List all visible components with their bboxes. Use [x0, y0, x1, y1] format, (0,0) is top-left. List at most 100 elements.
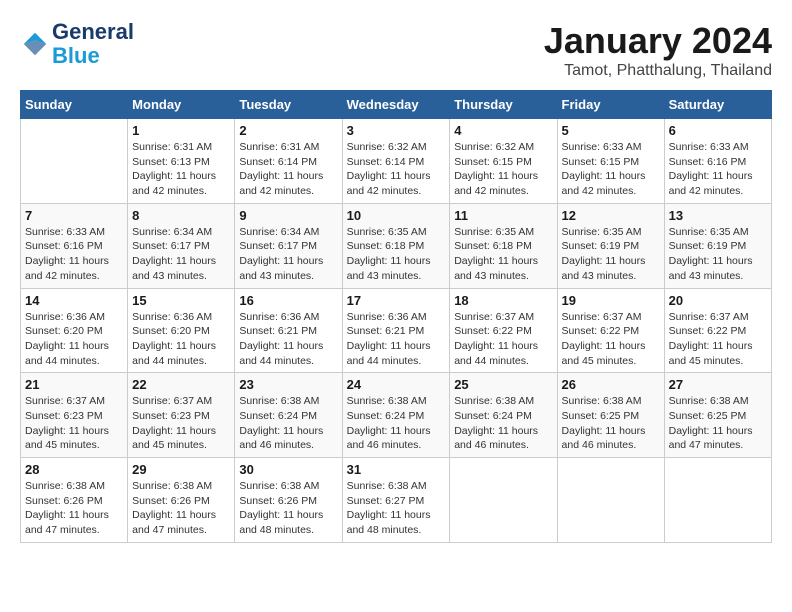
- calendar-cell: [664, 458, 771, 543]
- day-number: 22: [132, 377, 230, 392]
- calendar-cell: 23Sunrise: 6:38 AMSunset: 6:24 PMDayligh…: [235, 373, 342, 458]
- day-info: Sunrise: 6:37 AMSunset: 6:23 PMDaylight:…: [25, 394, 123, 453]
- calendar-cell: 17 Sunrise: 6:36 AMSunset: 6:21 PMDayligh…: [342, 288, 450, 373]
- calendar-cell: 22 Sunrise: 6:37 AMSunset: 6:23 PMDayligh…: [128, 373, 235, 458]
- day-info: Sunrise: 6:38 AMSunset: 6:26 PMDaylight:…: [132, 479, 230, 538]
- day-number: 17: [347, 293, 446, 308]
- day-info: Sunrise: 6:35 AMSunset: 6:18 PMDaylight:…: [347, 225, 446, 284]
- day-info: Sunrise: 6:38 AMSunset: 6:26 PMDaylight:…: [239, 479, 337, 538]
- calendar-cell: 25 Sunrise: 6:38 AMSunset: 6:24 PMDayligh…: [450, 373, 557, 458]
- day-number: 16: [239, 293, 337, 308]
- day-info: Sunrise: 6:31 AMSunset: 6:13 PMDaylight:…: [132, 140, 230, 199]
- logo-icon: [20, 29, 50, 59]
- day-number: 13: [669, 208, 767, 223]
- day-number: 9: [239, 208, 337, 223]
- weekday-header-friday: Friday: [557, 91, 664, 119]
- day-info: Sunrise: 6:35 AMSunset: 6:18 PMDaylight:…: [454, 225, 552, 284]
- calendar-cell: 21 Sunrise: 6:37 AMSunset: 6:23 PMDayligh…: [21, 373, 128, 458]
- day-info: Sunrise: 6:37 AMSunset: 6:22 PMDaylight:…: [562, 310, 660, 369]
- day-number: 7: [25, 208, 123, 223]
- day-info: Sunrise: 6:33 AMSunset: 6:16 PMDaylight:…: [25, 225, 123, 284]
- weekday-header-monday: Monday: [128, 91, 235, 119]
- calendar-table: SundayMondayTuesdayWednesdayThursdayFrid…: [20, 90, 772, 543]
- calendar-cell: 24Sunrise: 6:38 AMSunset: 6:24 PMDayligh…: [342, 373, 450, 458]
- calendar-cell: 20 Sunrise: 6:37 AMSunset: 6:22 PMDayligh…: [664, 288, 771, 373]
- calendar-cell: 15 Sunrise: 6:36 AMSunset: 6:20 PMDayligh…: [128, 288, 235, 373]
- calendar-week-1: 1 Sunrise: 6:31 AMSunset: 6:13 PMDaylight…: [21, 119, 772, 204]
- day-number: 28: [25, 462, 123, 477]
- day-number: 19: [562, 293, 660, 308]
- calendar-cell: 1 Sunrise: 6:31 AMSunset: 6:13 PMDaylight…: [128, 119, 235, 204]
- day-number: 4: [454, 123, 552, 138]
- logo: General Blue: [20, 20, 134, 68]
- day-number: 15: [132, 293, 230, 308]
- day-info: Sunrise: 6:37 AMSunset: 6:22 PMDaylight:…: [454, 310, 552, 369]
- day-number: 24: [347, 377, 446, 392]
- day-info: Sunrise: 6:35 AMSunset: 6:19 PMDaylight:…: [562, 225, 660, 284]
- weekday-header-thursday: Thursday: [450, 91, 557, 119]
- day-number: 11: [454, 208, 552, 223]
- day-info: Sunrise: 6:38 AMSunset: 6:25 PMDaylight:…: [669, 394, 767, 453]
- calendar-cell: 8Sunrise: 6:34 AMSunset: 6:17 PMDaylight…: [128, 203, 235, 288]
- day-number: 10: [347, 208, 446, 223]
- weekday-header-wednesday: Wednesday: [342, 91, 450, 119]
- calendar-cell: 16 Sunrise: 6:36 AMSunset: 6:21 PMDayligh…: [235, 288, 342, 373]
- day-info: Sunrise: 6:34 AMSunset: 6:17 PMDaylight:…: [132, 225, 230, 284]
- weekday-header-saturday: Saturday: [664, 91, 771, 119]
- calendar-cell: 3Sunrise: 6:32 AMSunset: 6:14 PMDaylight…: [342, 119, 450, 204]
- day-number: 26: [562, 377, 660, 392]
- calendar-week-4: 21 Sunrise: 6:37 AMSunset: 6:23 PMDayligh…: [21, 373, 772, 458]
- day-number: 30: [239, 462, 337, 477]
- calendar-cell: 29Sunrise: 6:38 AMSunset: 6:26 PMDayligh…: [128, 458, 235, 543]
- weekday-header-sunday: Sunday: [21, 91, 128, 119]
- calendar-cell: 11 Sunrise: 6:35 AMSunset: 6:18 PMDayligh…: [450, 203, 557, 288]
- calendar-cell: 4 Sunrise: 6:32 AMSunset: 6:15 PMDaylight…: [450, 119, 557, 204]
- day-info: Sunrise: 6:38 AMSunset: 6:27 PMDaylight:…: [347, 479, 446, 538]
- calendar-cell: 6Sunrise: 6:33 AMSunset: 6:16 PMDaylight…: [664, 119, 771, 204]
- calendar-cell: [557, 458, 664, 543]
- day-info: Sunrise: 6:36 AMSunset: 6:21 PMDaylight:…: [347, 310, 446, 369]
- calendar-cell: 12Sunrise: 6:35 AMSunset: 6:19 PMDayligh…: [557, 203, 664, 288]
- calendar-cell: 7 Sunrise: 6:33 AMSunset: 6:16 PMDaylight…: [21, 203, 128, 288]
- day-number: 25: [454, 377, 552, 392]
- day-number: 14: [25, 293, 123, 308]
- day-number: 1: [132, 123, 230, 138]
- calendar-cell: 2Sunrise: 6:31 AMSunset: 6:14 PMDaylight…: [235, 119, 342, 204]
- calendar-cell: 5 Sunrise: 6:33 AMSunset: 6:15 PMDaylight…: [557, 119, 664, 204]
- calendar-cell: 9Sunrise: 6:34 AMSunset: 6:17 PMDaylight…: [235, 203, 342, 288]
- day-info: Sunrise: 6:36 AMSunset: 6:20 PMDaylight:…: [132, 310, 230, 369]
- calendar-cell: 30 Sunrise: 6:38 AMSunset: 6:26 PMDayligh…: [235, 458, 342, 543]
- day-number: 20: [669, 293, 767, 308]
- calendar-cell: [21, 119, 128, 204]
- calendar-week-5: 28 Sunrise: 6:38 AMSunset: 6:26 PMDayligh…: [21, 458, 772, 543]
- day-number: 21: [25, 377, 123, 392]
- location-title: Tamot, Phatthalung, Thailand: [544, 62, 772, 80]
- logo-line2: Blue: [52, 44, 134, 68]
- calendar-cell: 13Sunrise: 6:35 AMSunset: 6:19 PMDayligh…: [664, 203, 771, 288]
- day-number: 18: [454, 293, 552, 308]
- day-info: Sunrise: 6:32 AMSunset: 6:15 PMDaylight:…: [454, 140, 552, 199]
- calendar-cell: 14Sunrise: 6:36 AMSunset: 6:20 PMDayligh…: [21, 288, 128, 373]
- day-info: Sunrise: 6:37 AMSunset: 6:23 PMDaylight:…: [132, 394, 230, 453]
- calendar-cell: 27 Sunrise: 6:38 AMSunset: 6:25 PMDayligh…: [664, 373, 771, 458]
- day-number: 27: [669, 377, 767, 392]
- calendar-cell: 28 Sunrise: 6:38 AMSunset: 6:26 PMDayligh…: [21, 458, 128, 543]
- day-info: Sunrise: 6:36 AMSunset: 6:21 PMDaylight:…: [239, 310, 337, 369]
- calendar-week-3: 14 Sunrise: 6:36 AMSunset: 6:20 PMDayligh…: [21, 288, 772, 373]
- day-info: Sunrise: 6:31 AMSunset: 6:14 PMDaylight:…: [239, 140, 337, 199]
- calendar-cell: 19 Sunrise: 6:37 AMSunset: 6:22 PMDayligh…: [557, 288, 664, 373]
- day-info: Sunrise: 6:37 AMSunset: 6:22 PMDaylight:…: [669, 310, 767, 369]
- day-number: 3: [347, 123, 446, 138]
- weekday-header-tuesday: Tuesday: [235, 91, 342, 119]
- day-info: Sunrise: 6:33 AMSunset: 6:15 PMDaylight:…: [562, 140, 660, 199]
- title-block: January 2024 Tamot, Phatthalung, Thailan…: [544, 20, 772, 80]
- day-info: Sunrise: 6:38 AMSunset: 6:26 PMDaylight:…: [25, 479, 123, 538]
- day-number: 5: [562, 123, 660, 138]
- logo-line1: General: [52, 20, 134, 44]
- calendar-cell: [450, 458, 557, 543]
- calendar-cell: 18 Sunrise: 6:37 AMSunset: 6:22 PMDayligh…: [450, 288, 557, 373]
- day-info: Sunrise: 6:38 AMSunset: 6:24 PMDaylight:…: [454, 394, 552, 453]
- calendar-week-2: 7 Sunrise: 6:33 AMSunset: 6:16 PMDaylight…: [21, 203, 772, 288]
- calendar-cell: 31Sunrise: 6:38 AMSunset: 6:27 PMDayligh…: [342, 458, 450, 543]
- calendar-cell: 10 Sunrise: 6:35 AMSunset: 6:18 PMDayligh…: [342, 203, 450, 288]
